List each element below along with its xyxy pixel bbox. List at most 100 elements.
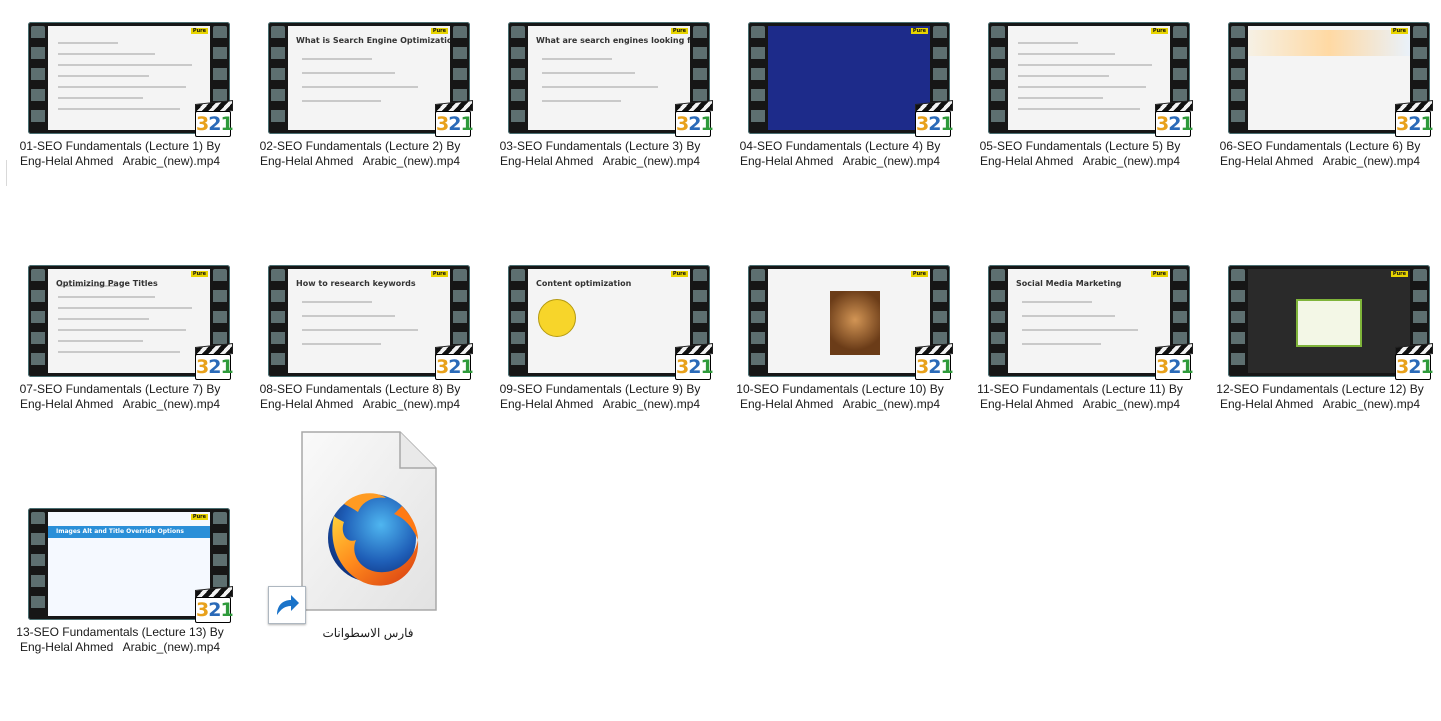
media-player-classic-badge-icon: 321 (675, 100, 714, 137)
file-name-line-1: 09-SEO Fundamentals (Lecture 9) By (499, 382, 701, 396)
shortcut-overlay (268, 586, 306, 624)
video-file-item[interactable]: Optimizing Page Titles Pure 321 07-SEO Fund… (0, 243, 240, 478)
video-thumbnail: What are search engines looking for Pure 3… (480, 0, 720, 137)
pure-label: Pure (190, 28, 208, 34)
sprocket-holes (271, 269, 285, 373)
badge-number: 321 (1395, 354, 1434, 380)
video-file-item[interactable]: Content optimization Pure 321 09-SEO Fundam… (480, 243, 720, 478)
file-name-label: 10-SEO Fundamentals (Lecture 10) By Eng-H… (720, 382, 960, 412)
file-name-line-2: Eng-Helal Ahmed Arabic_(new).mp4 (979, 154, 1181, 168)
text-line (58, 329, 186, 331)
text-line (58, 97, 143, 99)
file-name-line-1: 07-SEO Fundamentals (Lecture 7) By (19, 382, 221, 396)
file-name-line-1: 06-SEO Fundamentals (Lecture 6) By (1219, 139, 1421, 153)
media-player-classic-badge-icon: 321 (1395, 100, 1434, 137)
video-thumbnail: Pure 321 (1200, 0, 1440, 137)
text-line (1018, 75, 1109, 77)
preview-frame: Pure (1248, 269, 1410, 373)
media-player-classic-badge-icon: 321 (1155, 100, 1194, 137)
badge-number: 321 (435, 111, 474, 137)
preview-frame: Pure (1248, 26, 1410, 130)
shortcut-label: فارس الاسطوانات (322, 626, 414, 640)
preview-frame: What is Search Engine Optimization Pure (288, 26, 450, 130)
video-file-item[interactable]: Pure 321 10-SEO Fundamentals (Lecture 10) … (720, 243, 960, 478)
file-name-label: 09-SEO Fundamentals (Lecture 9) By Eng-He… (480, 382, 720, 412)
pure-label: Pure (1390, 28, 1408, 34)
video-thumbnail: Pure 321 (1200, 243, 1440, 380)
smiley-icon (538, 299, 576, 337)
text-line (58, 351, 180, 353)
file-name-line-2: Eng-Helal Ahmed Arabic_(new).mp4 (19, 397, 221, 411)
video-file-item[interactable]: Social Media Marketing Pure 321 11-SEO Fund… (960, 243, 1200, 478)
pure-label: Pure (1150, 271, 1168, 277)
preview-frame: How to research keywords Pure (288, 269, 450, 373)
text-line (58, 108, 180, 110)
badge-number: 321 (915, 354, 954, 380)
pure-label: Pure (910, 28, 928, 34)
media-player-classic-badge-icon: 321 (915, 100, 954, 137)
captcha-image (830, 291, 880, 355)
video-file-item[interactable]: Pure 321 06-SEO Fundamentals (Lecture 6) B… (1200, 0, 1440, 235)
firefox-shortcut[interactable]: فارس الاسطوانات (268, 430, 468, 660)
sprocket-holes (1231, 26, 1245, 130)
preview-frame: Pure (768, 269, 930, 373)
pure-label: Pure (190, 514, 208, 520)
media-player-classic-badge-icon: 321 (1395, 343, 1434, 380)
video-file-item[interactable]: What is Search Engine Optimization Pure 32… (240, 0, 480, 235)
badge-number: 321 (675, 354, 714, 380)
text-line (58, 340, 143, 342)
file-name-line-2: Eng-Helal Ahmed Arabic_(new).mp4 (979, 397, 1181, 411)
text-line (302, 86, 418, 88)
sprocket-holes (991, 26, 1005, 130)
text-line (542, 72, 635, 74)
file-name-label: 08-SEO Fundamentals (Lecture 8) By Eng-He… (240, 382, 480, 412)
video-file-item[interactable]: What are search engines looking for Pure 3… (480, 0, 720, 235)
video-thumbnail: Optimizing Page Titles Pure 321 (0, 243, 240, 380)
sprocket-holes (751, 269, 765, 373)
file-name-line-2: Eng-Helal Ahmed Arabic_(new).mp4 (739, 154, 941, 168)
slide-title: Content optimization (536, 279, 632, 288)
media-player-classic-badge-icon: 321 (675, 343, 714, 380)
file-name-label: 01-SEO Fundamentals (Lecture 1) By Eng-He… (0, 139, 240, 169)
media-player-classic-badge-icon: 321 (435, 343, 474, 380)
pure-label: Pure (190, 271, 208, 277)
sprocket-holes (271, 26, 285, 130)
text-line (1018, 97, 1103, 99)
video-thumbnail: How to research keywords Pure 321 (240, 243, 480, 380)
file-name-label: 06-SEO Fundamentals (Lecture 6) By Eng-He… (1200, 139, 1440, 169)
video-file-item[interactable]: Pure 321 04-SEO Fundamentals (Lecture 4) B… (720, 0, 960, 235)
text-line (58, 53, 155, 55)
video-file-item[interactable]: Pure 321 01-SEO Fundamentals (Lecture 1) B… (0, 0, 240, 235)
slide-title: What are search engines looking for (536, 36, 690, 45)
file-name-label: 04-SEO Fundamentals (Lecture 4) By Eng-He… (720, 139, 960, 169)
sprocket-holes (751, 26, 765, 130)
pure-label: Pure (430, 28, 448, 34)
text-line (1018, 53, 1115, 55)
pure-label: Pure (910, 271, 928, 277)
video-file-item[interactable]: Pure 321 05-SEO Fundamentals (Lecture 5) B… (960, 0, 1200, 235)
file-name-label: 02-SEO Fundamentals (Lecture 2) By Eng-He… (240, 139, 480, 169)
video-thumbnail: Pure 321 (960, 0, 1200, 137)
badge-number: 321 (1155, 354, 1194, 380)
preview-frame: Social Media Marketing Pure (1008, 269, 1170, 373)
preview-frame: What are search engines looking for Pure (528, 26, 690, 130)
file-name-line-2: Eng-Helal Ahmed Arabic_(new).mp4 (259, 154, 461, 168)
sprocket-holes (991, 269, 1005, 373)
text-line (58, 296, 155, 298)
sprocket-holes (511, 269, 525, 373)
text-line (1022, 343, 1101, 345)
preview-frame: Pure (1008, 26, 1170, 130)
video-thumbnail: Content optimization Pure 321 (480, 243, 720, 380)
file-name-line-2: Eng-Helal Ahmed Arabic_(new).mp4 (499, 397, 701, 411)
video-file-item[interactable]: Images Alt and Title Override Options Pur… (0, 486, 240, 721)
file-name-line-1: 11-SEO Fundamentals (Lecture 11) By (977, 382, 1183, 396)
text-line (58, 42, 118, 44)
file-name-label: 12-SEO Fundamentals (Lecture 12) By Eng-H… (1200, 382, 1440, 412)
text-line (58, 318, 149, 320)
badge-number: 321 (195, 354, 234, 380)
file-name-line-1: 08-SEO Fundamentals (Lecture 8) By (259, 382, 461, 396)
video-file-item[interactable]: Pure 321 12-SEO Fundamentals (Lecture 12) … (1200, 243, 1440, 478)
text-line (58, 75, 149, 77)
pure-label: Pure (430, 271, 448, 277)
slide-title: Images Alt and Title Override Options (56, 528, 184, 535)
